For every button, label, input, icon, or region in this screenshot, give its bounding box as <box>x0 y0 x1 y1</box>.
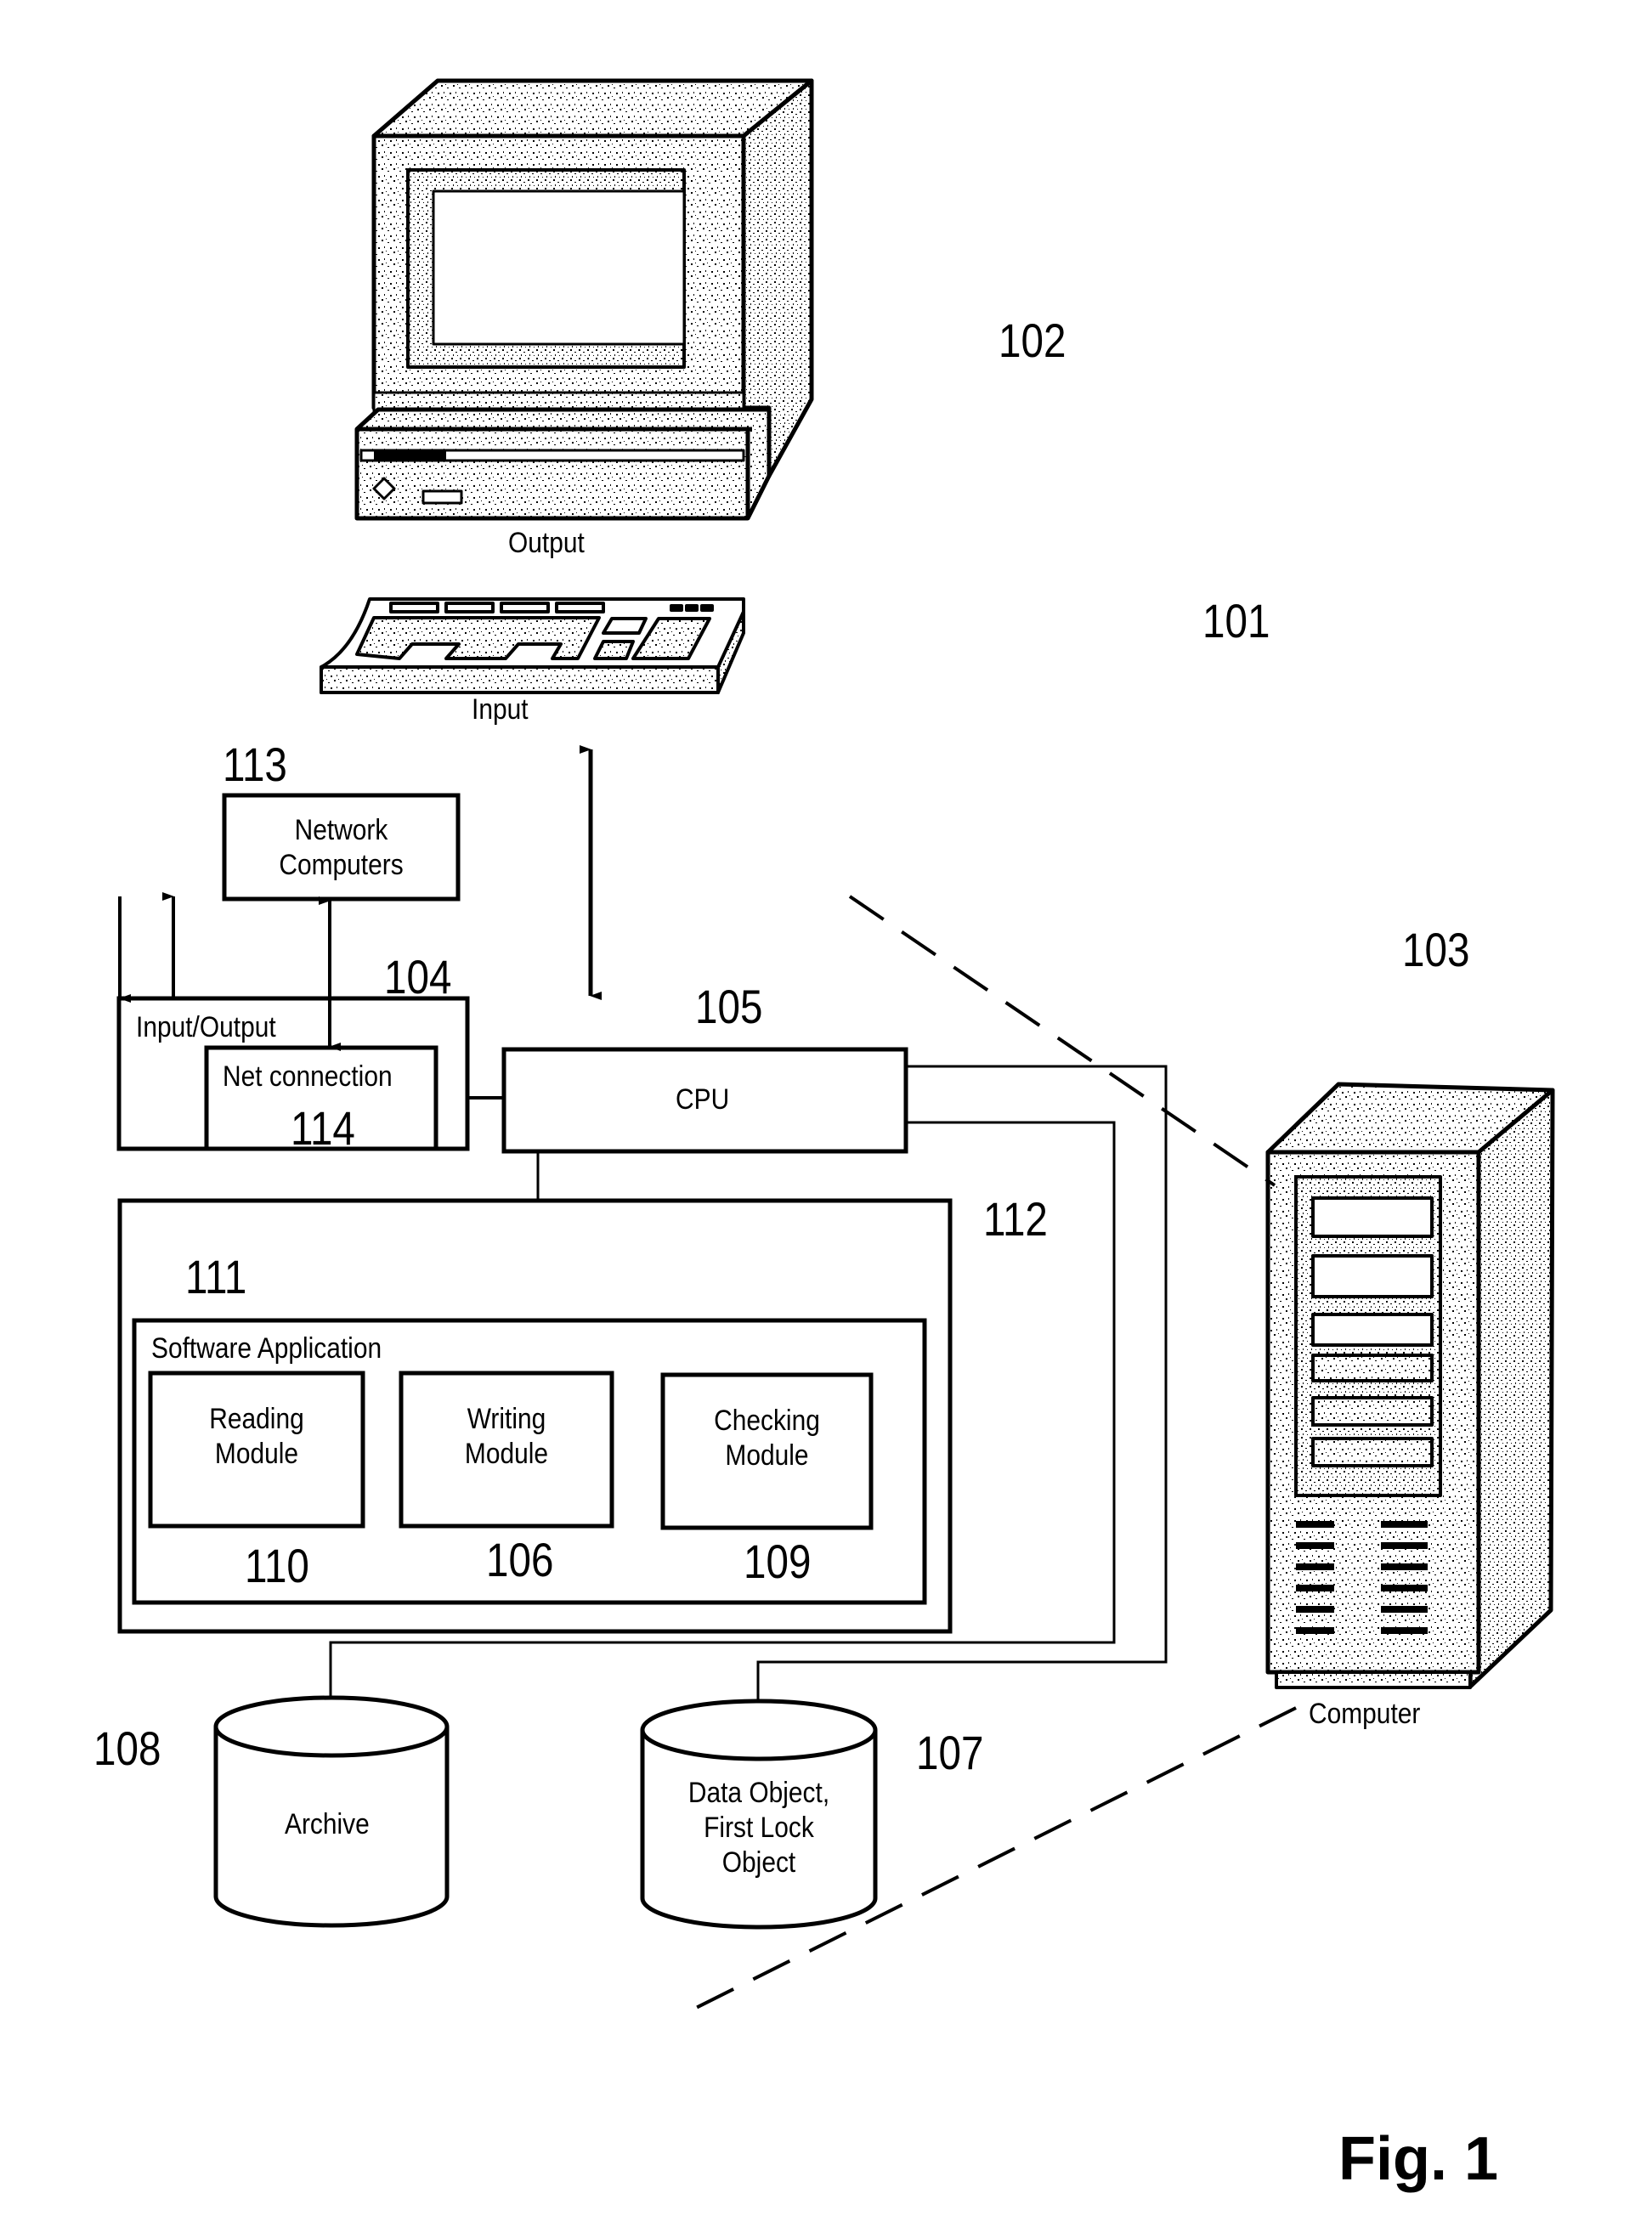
diagram-canvas <box>116 78 1555 2011</box>
net-connection-label: Net connection <box>223 1060 393 1093</box>
data-object-line1: Data Object, <box>687 1777 830 1809</box>
writing-module-line1: Writing <box>467 1403 546 1435</box>
data-object-line3: Object <box>721 1846 796 1879</box>
checking-module-label: Checking Module <box>676 1404 859 1473</box>
reading-module-label: Reading Module <box>163 1402 350 1472</box>
ref-111: 111 <box>185 1250 247 1303</box>
dashed-line-upper <box>848 895 1276 1187</box>
tower-label: Computer <box>1309 1698 1421 1730</box>
reading-module-line1: Reading <box>209 1403 304 1435</box>
checking-module-line1: Checking <box>714 1405 820 1437</box>
network-computers-label: Network Computers <box>279 813 404 881</box>
data-object-line2: First Lock <box>704 1811 814 1844</box>
software-application-label: Software Application <box>151 1332 382 1365</box>
ref-108: 108 <box>93 1721 161 1775</box>
ref-101: 101 <box>1202 594 1270 647</box>
ref-109: 109 <box>744 1535 812 1588</box>
server-tower-icon <box>1265 1082 1555 1689</box>
ref-114: 114 <box>291 1101 355 1155</box>
reading-module-line2: Module <box>214 1437 299 1470</box>
cpu-label: CPU <box>676 1083 730 1116</box>
keyboard-icon <box>320 597 745 694</box>
ref-107: 107 <box>916 1726 984 1779</box>
ref-113: 113 <box>223 738 287 791</box>
input-output-label: Input/Output <box>136 1011 276 1043</box>
ref-112: 112 <box>983 1192 1048 1246</box>
ref-105: 105 <box>695 980 763 1033</box>
archive-label: Archive <box>285 1808 370 1840</box>
checking-module-line2: Module <box>725 1439 809 1472</box>
ref-104: 104 <box>384 950 452 1003</box>
figure-title: Fig. 1 <box>1338 2125 1499 2193</box>
writing-module-label: Writing Module <box>414 1402 599 1472</box>
ref-106: 106 <box>486 1533 554 1586</box>
writing-module-line2: Module <box>464 1437 549 1470</box>
ref-102: 102 <box>999 314 1066 367</box>
keyboard-label: Input <box>472 693 529 726</box>
monitor-label: Output <box>508 527 585 559</box>
ref-110: 110 <box>245 1539 309 1592</box>
monitor-icon <box>354 78 814 521</box>
ref-103: 103 <box>1402 923 1470 976</box>
data-object-label: Data Object, First Lock Object <box>656 1776 861 1880</box>
